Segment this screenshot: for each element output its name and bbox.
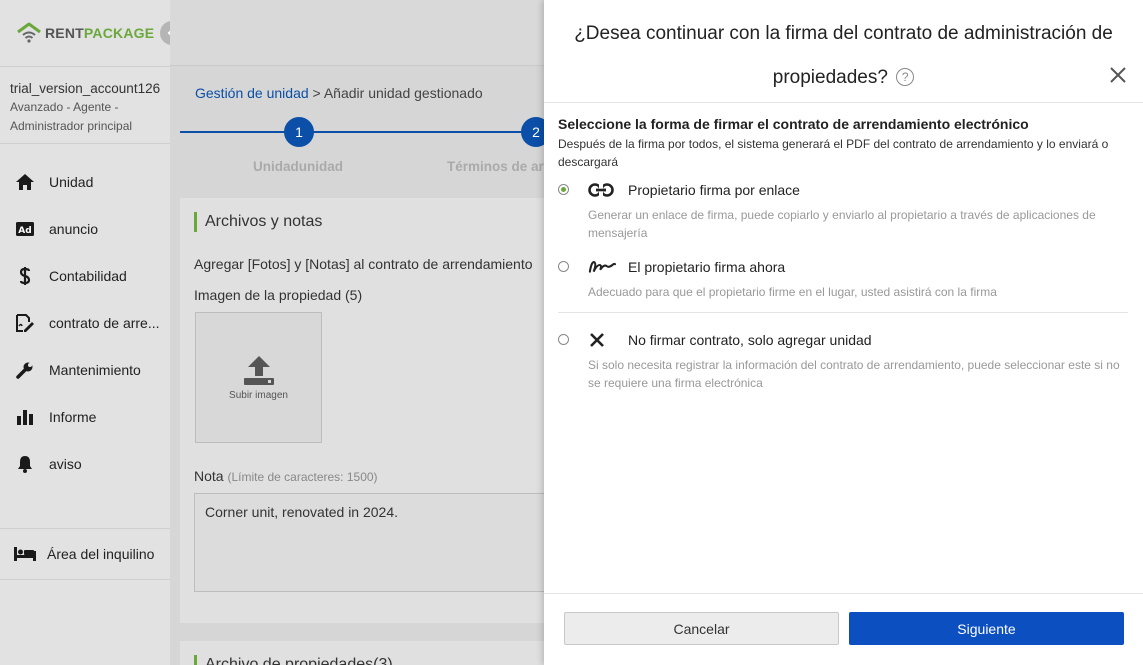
card2-title: Archivo de propiedades(3) xyxy=(194,655,393,665)
option-sign-now-radio[interactable] xyxy=(558,261,569,272)
sidebar-item-mantenimiento[interactable]: Mantenimiento xyxy=(0,346,170,393)
bell-icon xyxy=(15,454,35,474)
note-label: Nota (Límite de caracteres: 1500) xyxy=(194,468,378,484)
brand-part2: PACKAGE xyxy=(83,25,155,41)
contract-sign-icon xyxy=(15,313,35,333)
breadcrumb-parent[interactable]: Gestión de unidad xyxy=(195,85,309,101)
section-description: Después de la firma por todos, el sistem… xyxy=(558,137,1109,169)
ad-icon: Ad xyxy=(15,219,35,239)
step-2-label: Términos de ar xyxy=(447,159,544,174)
signature-icon xyxy=(588,257,616,277)
image-section-title: Imagen de la propiedad (5) xyxy=(194,287,363,303)
option-description: Si solo necesita registrar la informació… xyxy=(588,358,1120,390)
option-label: No firmar contrato, solo agregar unidad xyxy=(628,332,872,348)
option-sign-by-link-radio[interactable] xyxy=(558,184,569,195)
option-divider xyxy=(558,312,1128,313)
card-title: Archivos y notas xyxy=(194,212,322,232)
help-icon[interactable]: ? xyxy=(896,68,915,86)
bed-icon xyxy=(13,544,37,564)
tenant-area-label: Área del inquilino xyxy=(47,546,155,562)
account-role: Avanzado - Agente - Administrador princi… xyxy=(10,100,133,133)
sidebar-item-label: anuncio xyxy=(49,220,99,237)
upload-label: Subir imagen xyxy=(229,390,288,401)
header-divider xyxy=(544,102,1143,103)
option-no-sign-radio[interactable] xyxy=(558,334,569,345)
card-description: Agregar [Fotos] y [Notas] al contrato de… xyxy=(194,256,533,272)
sidebar-item-anuncio[interactable]: Ad anuncio xyxy=(0,205,170,252)
sidebar-item-label: aviso xyxy=(49,455,82,472)
bar-chart-icon xyxy=(15,407,35,427)
home-icon xyxy=(15,172,35,192)
sidebar-item-label: Unidad xyxy=(49,173,94,190)
dialog-title-text: ¿Desea continuar con la firma del contra… xyxy=(574,23,1113,88)
sidebar-item-tenant-area[interactable]: Área del inquilino xyxy=(0,528,170,580)
upload-image-button[interactable]: Subir imagen xyxy=(195,312,322,443)
step-1-label: Unidadunidad xyxy=(253,159,343,174)
sidebar-item-aviso[interactable]: aviso xyxy=(0,440,170,487)
breadcrumb-separator: > xyxy=(312,85,321,101)
account-name: trial_version_account126 xyxy=(10,81,161,96)
footer-divider xyxy=(544,593,1143,594)
brand-logo[interactable]: RENT PACKAGE xyxy=(16,22,154,44)
sign-contract-dialog: ¿Desea continuar con la firma del contra… xyxy=(544,0,1143,665)
wrench-icon xyxy=(15,360,35,380)
sidebar-item-label: Informe xyxy=(49,408,97,425)
sidebar-nav: Unidad Ad anuncio Contabilidad contrato … xyxy=(0,143,170,487)
house-wifi-icon xyxy=(17,22,41,43)
brand-part1: RENT xyxy=(45,25,84,41)
step-1-dot[interactable]: 1 xyxy=(284,117,314,147)
sidebar-item-label: Contabilidad xyxy=(49,267,127,284)
sidebar: RENT PACKAGE trial_version_account126 Ava… xyxy=(0,0,186,665)
close-icon xyxy=(1110,67,1126,83)
next-button[interactable]: Siguiente xyxy=(849,612,1124,645)
dialog-title: ¿Desea continuar con la firma del contra… xyxy=(544,12,1143,100)
breadcrumb: Gestión de unidad > Añadir unidad gestio… xyxy=(195,85,483,101)
sidebar-item-label: contrato de arre... xyxy=(49,314,160,331)
note-label-text: Nota xyxy=(194,468,224,484)
sidebar-item-contabilidad[interactable]: Contabilidad xyxy=(0,252,170,299)
note-hint: (Límite de caracteres: 1500) xyxy=(227,470,378,484)
breadcrumb-current: Añadir unidad gestionado xyxy=(323,85,483,101)
svg-text:Ad: Ad xyxy=(18,226,31,236)
sidebar-item-contrato[interactable]: contrato de arre... xyxy=(0,299,170,346)
x-icon xyxy=(588,330,616,350)
option-label: Propietario firma por enlace xyxy=(628,182,800,198)
account-switcher[interactable]: trial_version_account126 Avanzado - Agen… xyxy=(0,66,186,143)
sign-method-section: Seleccione la forma de firmar el contrat… xyxy=(558,116,1128,171)
sidebar-item-unidad[interactable]: Unidad xyxy=(0,158,170,205)
cancel-button[interactable]: Cancelar xyxy=(564,612,839,645)
logo-row: RENT PACKAGE xyxy=(0,0,184,66)
upload-icon xyxy=(243,356,274,385)
option-label: El propietario firma ahora xyxy=(628,259,786,275)
option-description: Generar un enlace de firma, puede copiar… xyxy=(588,208,1096,240)
link-icon xyxy=(588,180,616,200)
close-button[interactable] xyxy=(1107,64,1129,86)
dollar-icon xyxy=(15,266,35,286)
sidebar-item-label: Mantenimiento xyxy=(49,361,141,378)
option-description: Adecuado para que el propietario firme e… xyxy=(588,285,997,299)
sidebar-item-informe[interactable]: Informe xyxy=(0,393,170,440)
section-title: Seleccione la forma de firmar el contrat… xyxy=(558,116,1029,132)
